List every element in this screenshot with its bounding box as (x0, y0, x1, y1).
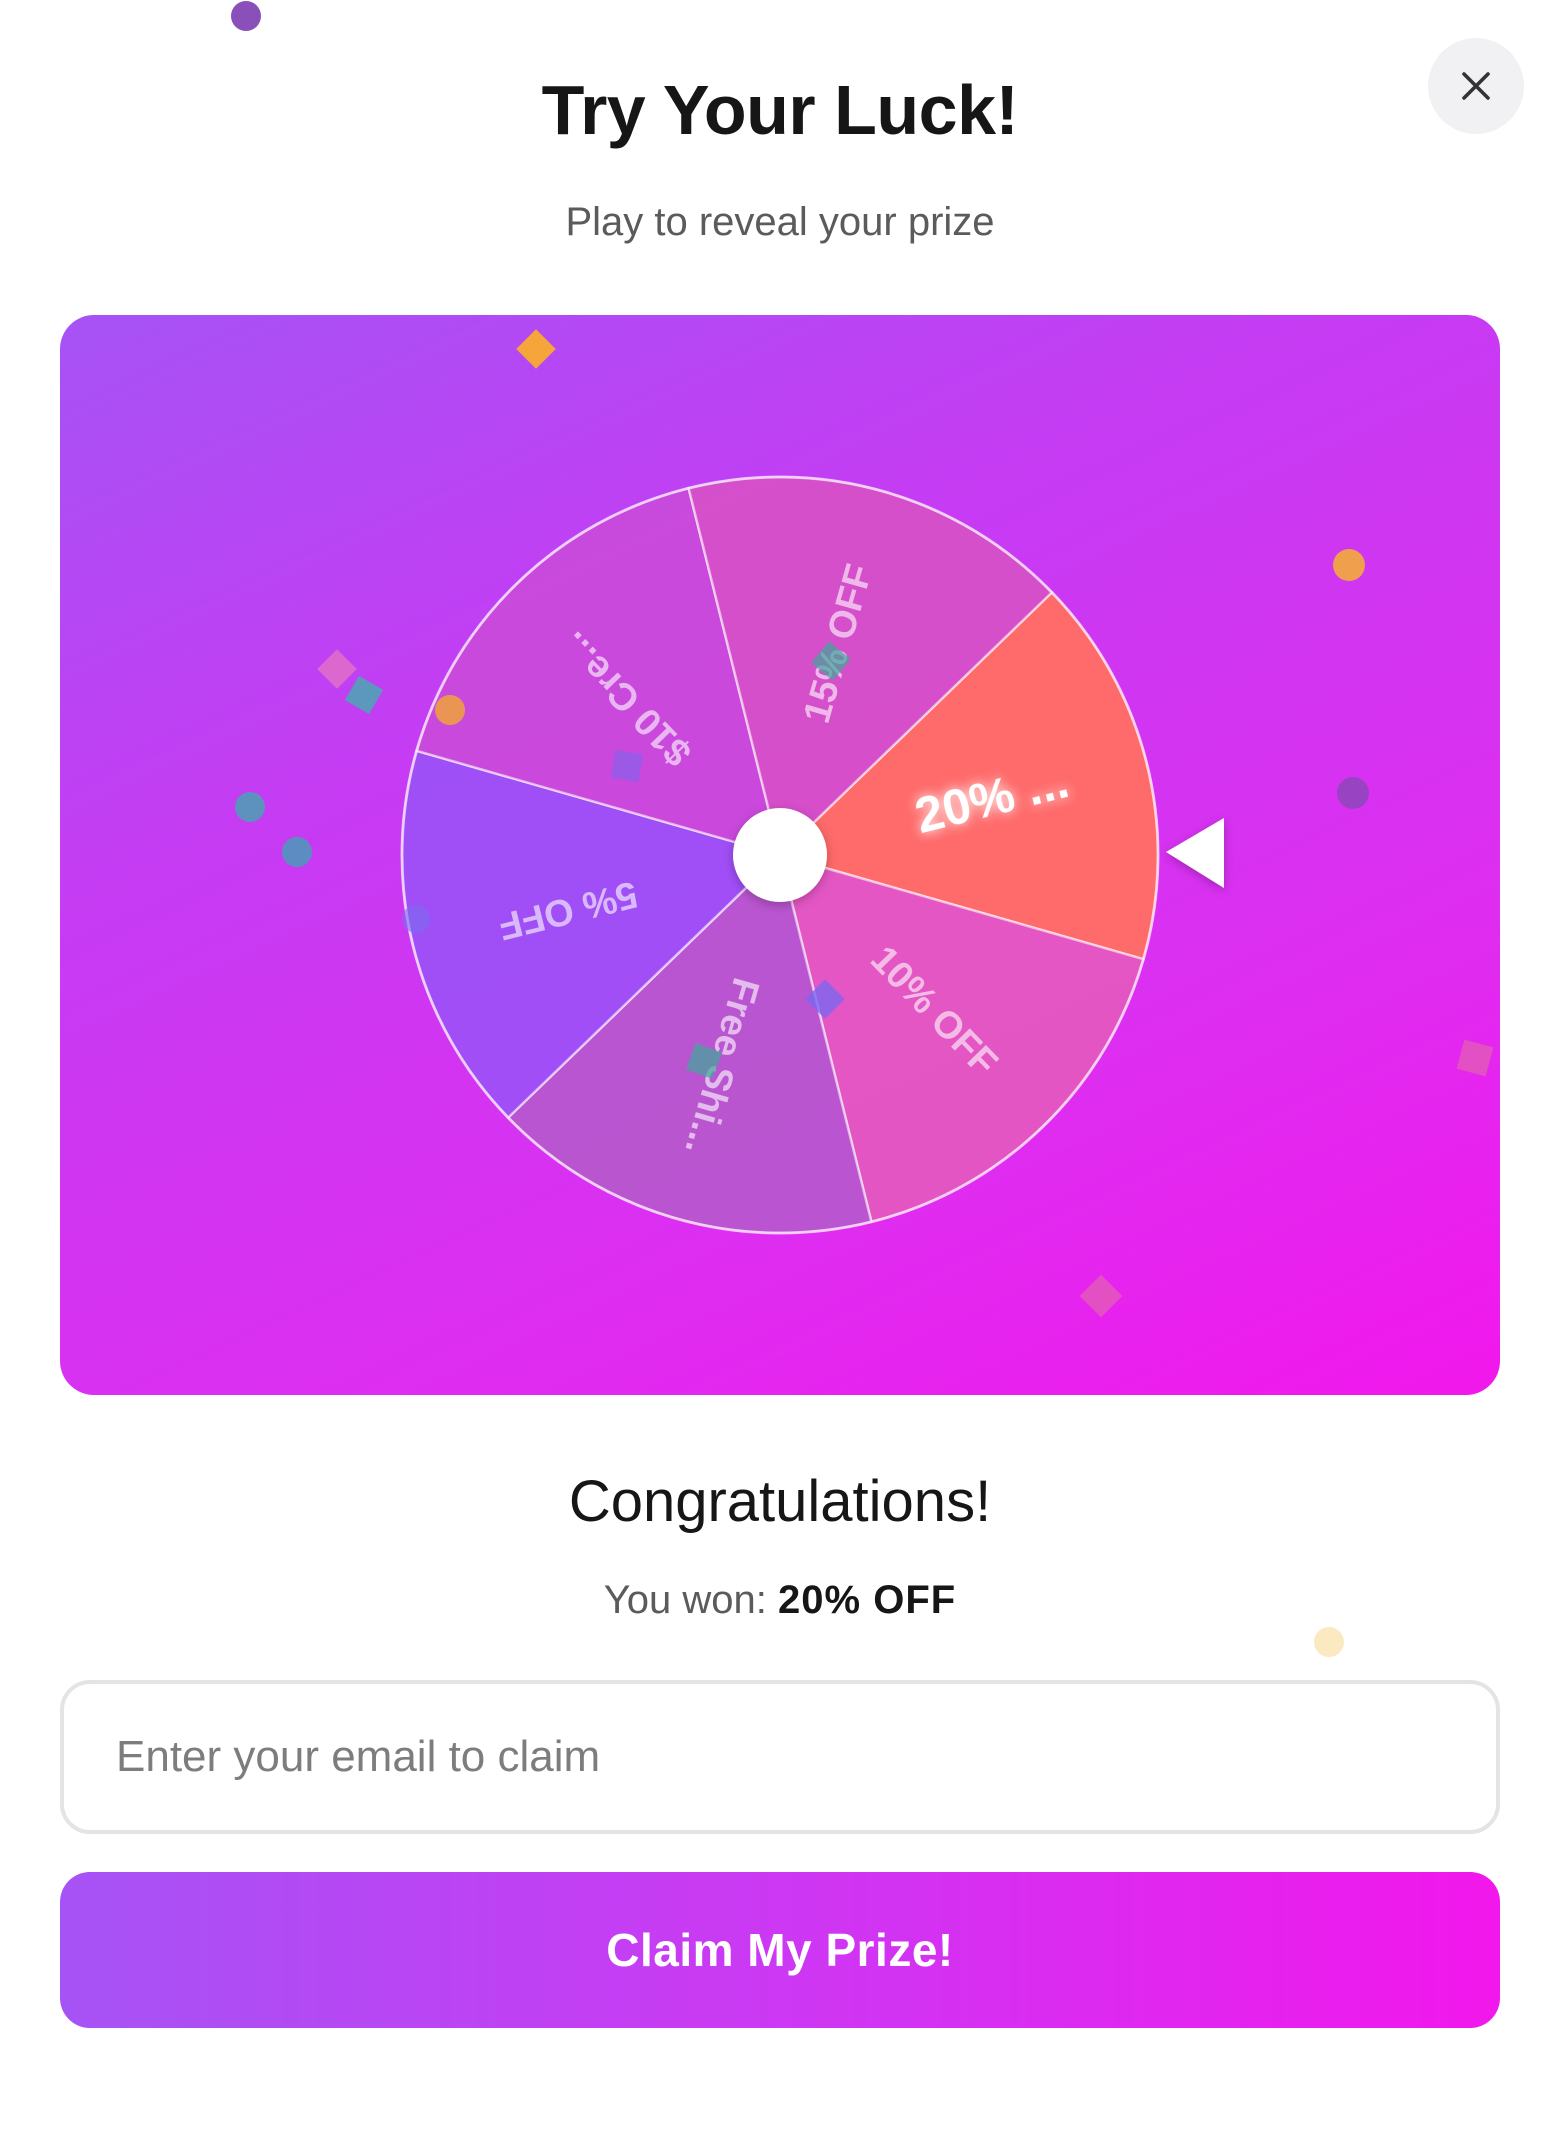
confetti-dot (402, 905, 430, 933)
claim-prize-button[interactable]: Claim My Prize! (60, 1872, 1500, 2028)
prize-wheel[interactable]: 20% ...10% OFFFree Shi...5% OFF$10 Cre..… (60, 315, 1500, 1395)
modal-subtitle: Play to reveal your prize (565, 200, 995, 244)
prize-value: 20% OFF (778, 1578, 957, 1622)
won-label: You won: (603, 1578, 767, 1622)
pointer-triangle-icon (1166, 818, 1224, 888)
confetti-dot (1337, 777, 1369, 809)
result-line: You won: 20% OFF (0, 1578, 1560, 1623)
result-title: Congratulations! (568, 1469, 992, 1534)
confetti-dot (231, 1, 261, 31)
confetti-square (610, 749, 644, 783)
confetti-dot (235, 792, 265, 822)
prize-modal: Try Your Luck! Play to reveal your prize… (0, 0, 1560, 2148)
wheel-hub (733, 808, 827, 902)
confetti-dot (435, 695, 465, 725)
confetti-dot (1333, 549, 1365, 581)
modal-title: Try Your Luck! (541, 71, 1019, 149)
confetti-dot (1314, 1627, 1344, 1657)
email-field[interactable] (60, 1680, 1500, 1834)
confetti-dot (282, 837, 312, 867)
spin-wheel-panel: 20% ... 10% OFF Free Shi... 5% OFF $10 Cre..… (60, 315, 1500, 1395)
